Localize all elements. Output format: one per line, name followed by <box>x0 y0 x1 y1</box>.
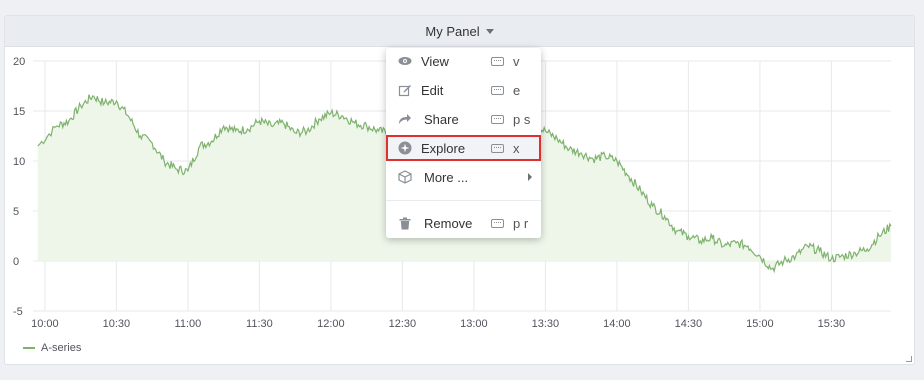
menu-item-label: More ... <box>424 169 469 185</box>
x-tick-label: 11:00 <box>175 318 202 330</box>
menu-item-more[interactable]: More ... <box>386 164 541 190</box>
keyboard-icon <box>491 56 504 66</box>
x-tick-label: 13:30 <box>532 318 560 330</box>
cube-icon <box>398 170 412 184</box>
menu-item-shortcut: e <box>513 82 521 98</box>
legend-label[interactable]: A-series <box>41 342 81 354</box>
menu-item-shortcut: p r <box>513 215 529 231</box>
menu-item-shortcut: x <box>513 140 520 156</box>
x-tick-label: 10:00 <box>31 318 59 330</box>
legend-swatch <box>23 347 35 349</box>
x-tick-label: 10:30 <box>103 318 131 330</box>
menu-item-label: View <box>421 53 449 69</box>
y-tick-label: 0 <box>13 256 19 268</box>
resize-handle-icon[interactable] <box>906 356 912 362</box>
keyboard-icon <box>491 85 504 95</box>
y-tick-label: 20 <box>13 56 25 68</box>
menu-item-shortcut: p s <box>513 111 531 127</box>
menu-item-label: Remove <box>424 215 473 231</box>
menu-item-remove[interactable]: Remove p r <box>386 210 541 236</box>
x-tick-label: 12:30 <box>389 318 417 330</box>
menu-item-label: Explore <box>421 140 466 156</box>
keyboard-icon <box>491 218 504 228</box>
y-tick-label: -5 <box>13 306 23 318</box>
x-tick-label: 11:30 <box>246 318 273 330</box>
x-tick-label: 15:00 <box>746 318 774 330</box>
x-tick-label: 13:00 <box>460 318 488 330</box>
menu-item-explore[interactable]: Explore x <box>386 135 541 161</box>
panel-menu: View v Edit e Share p s Explore x More .… <box>386 48 541 238</box>
y-tick-label: 5 <box>13 206 19 218</box>
edit-icon <box>398 83 412 97</box>
trash-icon <box>398 216 412 230</box>
menu-item-edit[interactable]: Edit e <box>386 77 541 103</box>
menu-item-label: Edit <box>421 82 444 98</box>
x-tick-label: 14:30 <box>675 318 703 330</box>
menu-item-shortcut: v <box>513 53 520 69</box>
x-tick-label: 15:30 <box>818 318 846 330</box>
compass-icon <box>398 141 412 155</box>
menu-item-label: Share <box>424 111 459 127</box>
keyboard-icon <box>491 114 504 124</box>
keyboard-icon <box>491 143 504 153</box>
y-tick-label: 15 <box>13 106 25 118</box>
x-tick-label: 14:00 <box>603 318 631 330</box>
menu-item-share[interactable]: Share p s <box>386 106 541 132</box>
eye-icon <box>398 54 412 68</box>
x-tick-label: 12:00 <box>317 318 345 330</box>
menu-item-view[interactable]: View v <box>386 48 541 74</box>
menu-divider <box>386 200 541 201</box>
legend: A-series <box>23 342 81 354</box>
y-tick-label: 10 <box>13 156 25 168</box>
chevron-right-icon <box>528 173 532 181</box>
share-icon <box>398 112 412 126</box>
